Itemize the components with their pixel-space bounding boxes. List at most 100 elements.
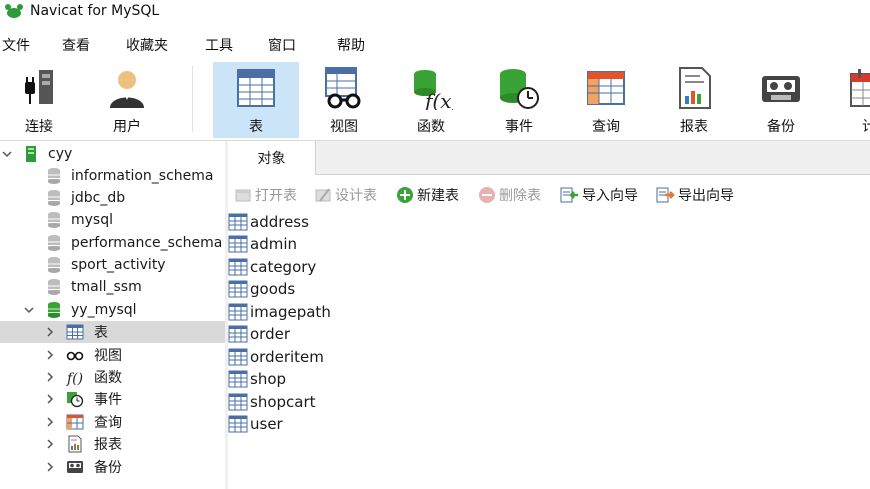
tree-node-events[interactable]: 事件 [0,388,225,410]
table-name: admin [250,235,297,253]
toolbar-user-button[interactable]: 用户 [84,62,170,138]
chevron-right-icon[interactable] [45,394,55,404]
function-icon: f() [66,371,83,386]
delete-table-label: 删除表 [499,188,541,204]
report-icon [68,435,82,453]
design-table-button[interactable]: 设计表 [314,184,377,206]
table-name: order [250,325,290,343]
user-icon [110,71,144,108]
tree-database-open[interactable]: yy_mysql [0,299,225,321]
chevron-right-icon[interactable] [45,462,55,472]
chevron-right-icon[interactable] [45,417,55,427]
list-item-table[interactable]: order [228,323,290,345]
toolbar-backup-button[interactable]: 备份 [738,62,824,138]
tree-database[interactable]: tmall_ssm [0,276,225,298]
design-table-label: 设计表 [335,188,377,204]
new-table-label: 新建表 [417,188,459,204]
toolbar-user-label: 用户 [113,119,141,135]
backup-tape-icon [762,76,800,102]
main-toolbar: 连接 用户 表 视图 f(x 函数 事件 查询 报表 备份 计 [0,60,870,140]
database-icon [48,235,60,251]
tree-database[interactable]: performance_schema [0,232,225,254]
tree-node-label: 表 [94,325,108,341]
table-name: imagepath [250,303,331,321]
chevron-right-icon[interactable] [45,327,55,337]
toolbar-schedule-label: 计 [862,119,870,135]
tree-database[interactable]: sport_activity [0,254,225,276]
list-item-table[interactable]: goods [228,278,295,300]
query-icon [66,414,84,430]
menu-file[interactable]: 文件 [2,35,30,55]
toolbar-table-button[interactable]: 表 [213,62,299,138]
table-name: goods [250,280,296,298]
import-icon [560,187,578,203]
toolbar-table-label: 表 [249,119,263,135]
table-icon [228,393,248,411]
list-item-table[interactable]: admin [228,233,297,255]
chevron-right-icon[interactable] [45,350,55,360]
list-item-table[interactable]: address [228,211,309,233]
tree-node-backups[interactable]: 备份 [0,456,225,478]
toolbar-report-button[interactable]: 报表 [651,62,737,138]
toolbar-query-button[interactable]: 查询 [563,62,649,138]
toolbar-connection-label: 连接 [25,119,53,135]
tree-node-tables[interactable]: 表 [0,321,225,343]
toolbar-event-button[interactable]: 事件 [476,62,562,138]
table-icon [228,303,248,321]
list-item-table[interactable]: shop [228,368,286,390]
list-item-table[interactable]: category [228,256,316,278]
toolbar-function-button[interactable]: f(x) 函数 [388,62,474,138]
menu-tools[interactable]: 工具 [205,35,233,55]
plus-icon [397,187,413,203]
view-glasses-icon [325,67,361,109]
chevron-right-icon[interactable] [45,372,55,382]
toolbar-event-label: 事件 [505,119,533,135]
database-icon [48,257,60,273]
menu-view[interactable]: 查看 [62,35,90,55]
tree-node-label: 报表 [94,437,122,453]
delete-table-button[interactable]: 删除表 [478,184,541,206]
tree-database[interactable]: mysql [0,209,225,231]
navicat-logo-icon [5,4,23,18]
tree-database-label: mysql [71,212,113,228]
table-icon [66,324,84,340]
import-wizard-button[interactable]: 导入向导 [559,184,638,206]
chevron-right-icon[interactable] [45,439,55,449]
chevron-down-icon[interactable] [24,305,34,315]
list-item-table[interactable]: orderitem [228,346,324,368]
tree-node-queries[interactable]: 查询 [0,411,225,433]
table-icon [228,325,248,343]
tree-node-functions[interactable]: f() 函数 [0,366,225,388]
tree-connection-cyy[interactable]: cyy [0,143,225,165]
tree-node-views[interactable]: 视图 [0,344,225,366]
toolbar-view-button[interactable]: 视图 [301,62,387,138]
export-wizard-button[interactable]: 导出向导 [655,184,734,206]
export-wizard-label: 导出向导 [678,188,734,204]
table-icon [228,258,248,276]
tree-database-label: jdbc_db [71,190,126,206]
list-item-table[interactable]: imagepath [228,301,331,323]
backup-tape-icon [67,461,83,473]
toolbar-schedule-button[interactable]: 计 [826,62,870,138]
toolbar-connection-button[interactable]: 连接 [0,62,82,138]
export-icon [656,187,675,203]
menu-help[interactable]: 帮助 [337,35,365,55]
tree-database[interactable]: information_schema [0,165,225,187]
tree-node-reports[interactable]: 报表 [0,433,225,455]
menu-bar: 文件 查看 收藏夹 工具 窗口 帮助 [0,32,870,58]
list-item-table[interactable]: shopcart [228,391,316,413]
schedule-calendar-icon [850,69,870,107]
open-table-icon [235,189,251,202]
mysql-connection-icon [26,146,36,162]
menu-favorites[interactable]: 收藏夹 [126,35,168,55]
object-toolbar: 打开表 设计表 新建表 删除表 导入向导 导出向导 [228,181,870,209]
list-item-table[interactable]: user [228,413,283,435]
tree-database-label: information_schema [71,168,214,184]
chevron-down-icon[interactable] [2,149,12,159]
open-table-button[interactable]: 打开表 [234,184,297,206]
tab-objects[interactable]: 对象 [228,141,316,175]
tree-database[interactable]: jdbc_db [0,187,225,209]
menu-window[interactable]: 窗口 [268,35,296,55]
navigation-tree: cyy information_schema jdbc_db mysql per… [0,141,225,489]
new-table-button[interactable]: 新建表 [396,184,459,206]
